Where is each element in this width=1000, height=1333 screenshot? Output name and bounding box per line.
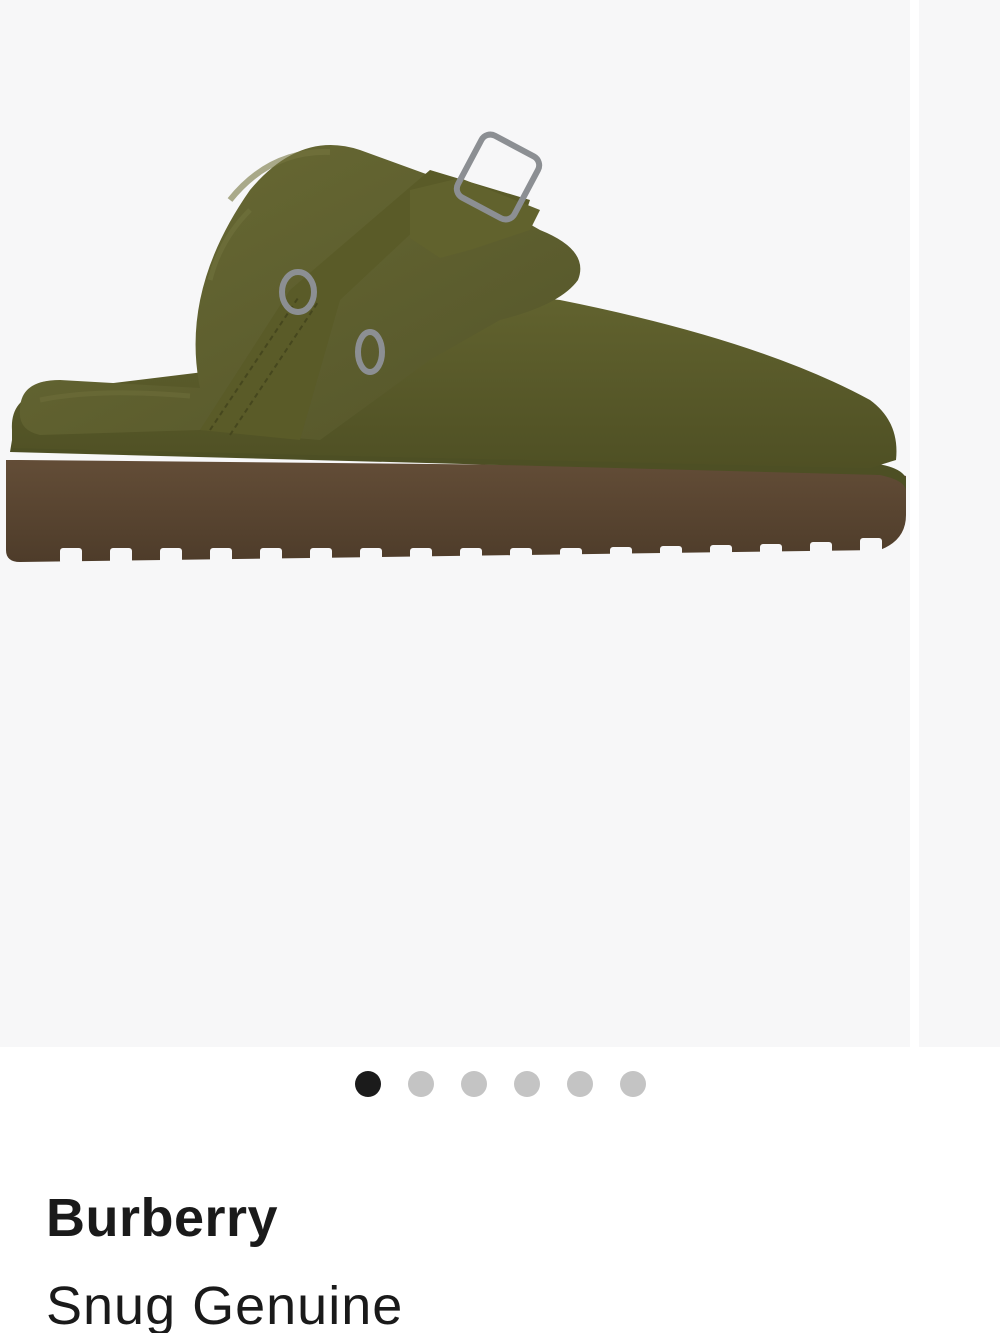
- carousel-dot-6[interactable]: [619, 1071, 646, 1097]
- carousel-pagination: [0, 1071, 1000, 1097]
- product-brand[interactable]: Burberry: [46, 1186, 278, 1251]
- product-name: Snug Genuine: [46, 1276, 404, 1333]
- carousel-dot-3[interactable]: [460, 1071, 487, 1097]
- carousel-dot-2[interactable]: [407, 1071, 434, 1097]
- next-image-slide-peek[interactable]: [919, 0, 1000, 1047]
- product-page: Burberry Snug Genuine: [0, 0, 1000, 1333]
- product-image-slide[interactable]: [0, 0, 910, 1047]
- product-image: [6, 131, 906, 564]
- carousel-dot-5[interactable]: [566, 1071, 593, 1097]
- carousel-dot-1[interactable]: [354, 1071, 381, 1097]
- product-image-carousel[interactable]: [0, 0, 1000, 1047]
- carousel-dot-4[interactable]: [513, 1071, 540, 1097]
